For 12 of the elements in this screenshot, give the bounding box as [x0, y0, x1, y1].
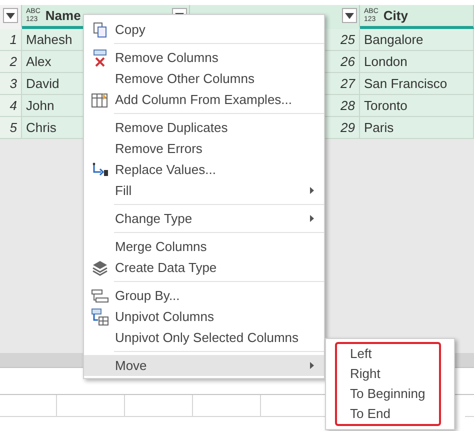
column-name: City: [383, 8, 408, 23]
table-cell: Toronto: [360, 95, 474, 117]
row-number: 3: [0, 73, 22, 95]
table-cell: London: [360, 51, 474, 73]
table-cell: Paris: [360, 117, 474, 139]
column-name: Name: [45, 8, 81, 23]
table-cell: San Francisco: [360, 73, 474, 95]
row-number: 2: [0, 51, 22, 73]
row-number: 5: [0, 117, 22, 139]
row-number: 4: [0, 95, 22, 117]
table-cell: Bangalore: [360, 29, 474, 51]
row-number: 1: [0, 29, 22, 51]
